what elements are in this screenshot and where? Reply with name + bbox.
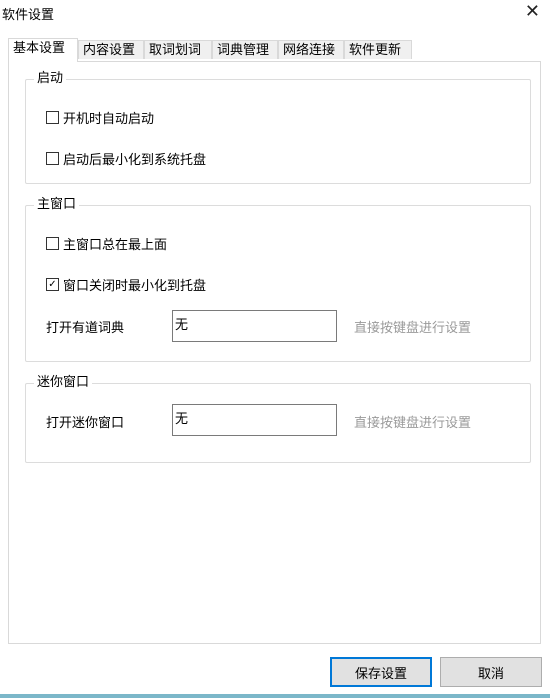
minimize-to-tray-label: 启动后最小化到系统托盘	[63, 153, 207, 168]
checkbox-box[interactable]: ✓	[46, 278, 59, 291]
always-on-top-checkbox[interactable]: 主窗口总在最上面	[46, 234, 167, 253]
checkbox-box[interactable]	[46, 237, 59, 250]
window-title: 软件设置	[2, 8, 55, 23]
open-mini-hotkey-label: 打开迷你窗口	[46, 416, 125, 431]
close-minimize-tray-checkbox[interactable]: ✓ 窗口关闭时最小化到托盘	[46, 275, 206, 294]
tab-word-capture[interactable]: 取词划词	[144, 40, 212, 59]
open-dict-hotkey-hint: 直接按键盘进行设置	[354, 321, 472, 336]
tab-dictionary-management[interactable]: 词典管理	[212, 40, 278, 59]
always-on-top-label: 主窗口总在最上面	[63, 238, 168, 253]
tab-basic-settings[interactable]: 基本设置	[8, 38, 78, 62]
open-mini-hotkey-hint: 直接按键盘进行设置	[354, 416, 472, 431]
auto-start-label: 开机时自动启动	[63, 112, 155, 127]
minimize-to-tray-checkbox[interactable]: 启动后最小化到系统托盘	[46, 149, 206, 168]
check-icon: ✓	[48, 278, 57, 290]
tab-content-settings[interactable]: 内容设置	[78, 40, 144, 59]
settings-panel: 启动 开机时自动启动 启动后最小化到系统托盘 主窗口 主窗口总在最上面 ✓ 窗口…	[8, 61, 541, 644]
close-icon[interactable]: ✕	[525, 1, 540, 23]
save-settings-button[interactable]: 保存设置	[330, 657, 432, 687]
open-mini-hotkey-input[interactable]: 无	[172, 404, 337, 436]
startup-group: 启动	[25, 70, 531, 184]
title-bar: 软件设置 ✕	[0, 0, 550, 26]
window-bottom-border	[0, 694, 550, 698]
tab-network-connection[interactable]: 网络连接	[278, 40, 344, 59]
checkbox-box[interactable]	[46, 152, 59, 165]
group-title-main-window: 主窗口	[34, 196, 80, 214]
group-title-mini-window: 迷你窗口	[34, 374, 93, 392]
open-dict-hotkey-label: 打开有道词典	[46, 321, 125, 336]
cancel-button[interactable]: 取消	[440, 657, 542, 687]
auto-start-checkbox[interactable]: 开机时自动启动	[46, 108, 154, 127]
checkbox-box[interactable]	[46, 111, 59, 124]
close-minimize-tray-label: 窗口关闭时最小化到托盘	[63, 279, 207, 294]
tab-software-update[interactable]: 软件更新	[344, 40, 412, 59]
group-title-startup: 启动	[34, 70, 67, 88]
open-dict-hotkey-input[interactable]: 无	[172, 310, 337, 342]
